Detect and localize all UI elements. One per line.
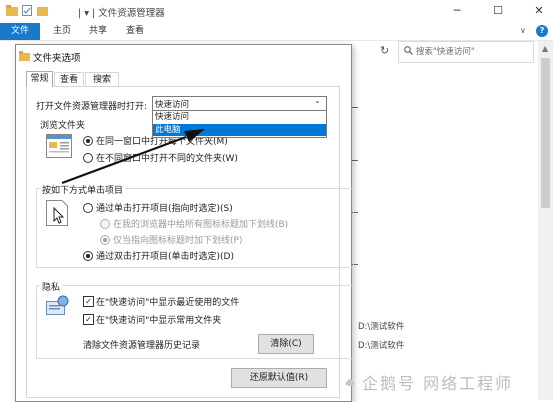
watermark-logo-icon bbox=[343, 374, 357, 388]
annotation-arrow bbox=[61, 129, 205, 185]
watermark: 企鹅号 网络工程师 bbox=[362, 374, 514, 393]
tab-general[interactable]: 常规 bbox=[26, 71, 53, 87]
